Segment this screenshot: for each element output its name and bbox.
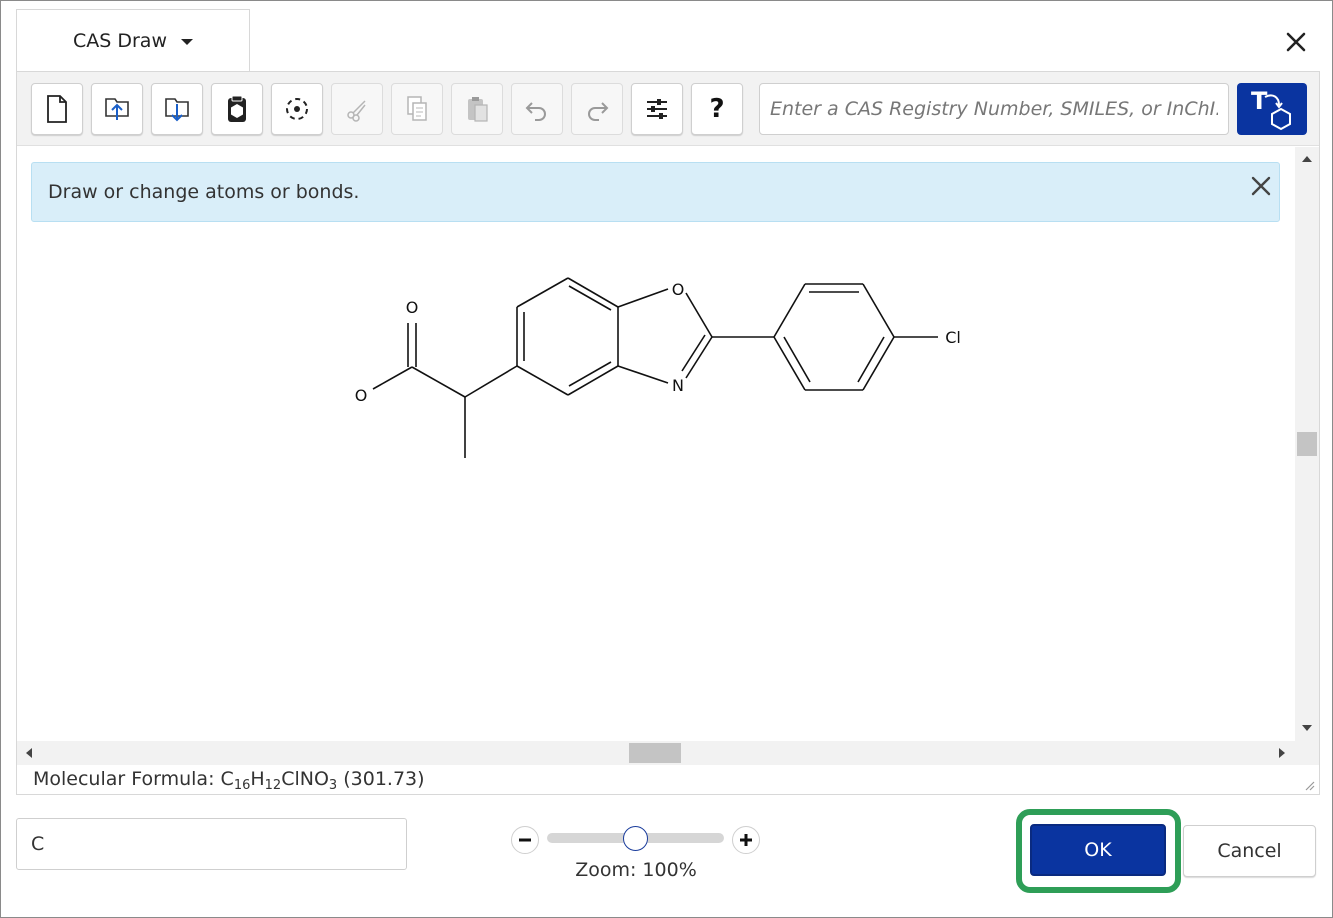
scissors-icon <box>347 100 366 122</box>
formula-value: C16H12ClNO3 <box>220 768 338 793</box>
minus-icon <box>519 838 531 842</box>
molecule-structure[interactable]: O N Cl O O <box>17 147 1295 741</box>
scroll-up-arrow-icon[interactable] <box>1302 156 1312 162</box>
undo-icon <box>525 102 546 121</box>
paste-button[interactable] <box>451 83 503 135</box>
select-button[interactable] <box>271 83 323 135</box>
text-to-structure-icon: T <box>1251 87 1291 131</box>
zoom-in-button[interactable] <box>732 826 760 854</box>
template-icon <box>228 95 246 122</box>
document-icon <box>47 95 67 123</box>
search-input[interactable] <box>759 83 1229 135</box>
horizontal-scrollbar[interactable] <box>17 741 1295 765</box>
editor-panel: ? T Draw or change atoms or bonds. <box>16 71 1320 795</box>
horizontal-scroll-thumb[interactable] <box>629 743 681 763</box>
settings-button[interactable] <box>631 83 683 135</box>
cut-button[interactable] <box>331 83 383 135</box>
atom-input[interactable] <box>16 818 407 870</box>
scroll-left-arrow-icon[interactable] <box>26 748 32 758</box>
toolbar: ? T <box>17 72 1319 146</box>
cas-draw-tab[interactable]: CAS Draw <box>16 9 250 71</box>
new-document-button[interactable] <box>31 83 83 135</box>
zoom-slider-thumb[interactable] <box>623 826 648 851</box>
resize-grip-icon[interactable] <box>1303 776 1315 791</box>
cancel-button[interactable]: Cancel <box>1183 825 1316 877</box>
undo-button[interactable] <box>511 83 563 135</box>
vertical-scrollbar[interactable] <box>1295 147 1319 741</box>
close-icon[interactable] <box>1281 27 1311 57</box>
atom-label-hydroxyl-oxygen: O <box>355 386 368 405</box>
scrollbar-corner <box>1295 741 1319 765</box>
zoom-out-button[interactable] <box>511 826 539 854</box>
atom-label-ring-oxygen: O <box>672 280 685 299</box>
text-to-structure-button[interactable]: T <box>1237 83 1307 135</box>
select-icon <box>286 98 308 120</box>
atom-label-nitrogen: N <box>672 376 684 395</box>
atom-label-carbonyl-oxygen: O <box>406 298 419 317</box>
import-button[interactable] <box>91 83 143 135</box>
sliders-icon <box>647 99 667 119</box>
drawing-canvas[interactable]: Draw or change atoms or bonds. O N Cl O … <box>17 147 1295 741</box>
vertical-scroll-thumb[interactable] <box>1297 432 1317 456</box>
cas-draw-dialog: CAS Draw ? Enter a CAS Registry Number, … <box>0 0 1333 918</box>
zoom-label: Zoom: 100% <box>575 859 697 881</box>
scroll-right-arrow-icon[interactable] <box>1279 748 1285 758</box>
tab-title: CAS Draw <box>73 29 167 52</box>
copy-icon <box>407 96 427 121</box>
molecular-mass: (301.73) <box>343 768 425 790</box>
formula-label: Molecular Formula: <box>33 768 215 790</box>
atom-label-chlorine: Cl <box>945 328 961 347</box>
text-to-structure-label: T <box>1251 87 1268 115</box>
copy-button[interactable] <box>391 83 443 135</box>
help-button[interactable]: ? <box>691 83 743 135</box>
redo-icon <box>588 102 609 121</box>
molecular-formula: Molecular Formula: C16H12ClNO3 (301.73) <box>33 768 425 793</box>
plus-icon <box>740 834 752 846</box>
templates-button[interactable] <box>211 83 263 135</box>
redo-button[interactable] <box>571 83 623 135</box>
ok-button[interactable]: OK <box>1030 824 1166 876</box>
export-icon <box>165 98 189 122</box>
import-icon <box>105 98 129 120</box>
scroll-down-arrow-icon[interactable] <box>1302 725 1312 731</box>
paste-icon <box>468 97 488 122</box>
chevron-down-icon <box>181 38 193 45</box>
question-icon: ? <box>709 94 725 124</box>
export-button[interactable] <box>151 83 203 135</box>
